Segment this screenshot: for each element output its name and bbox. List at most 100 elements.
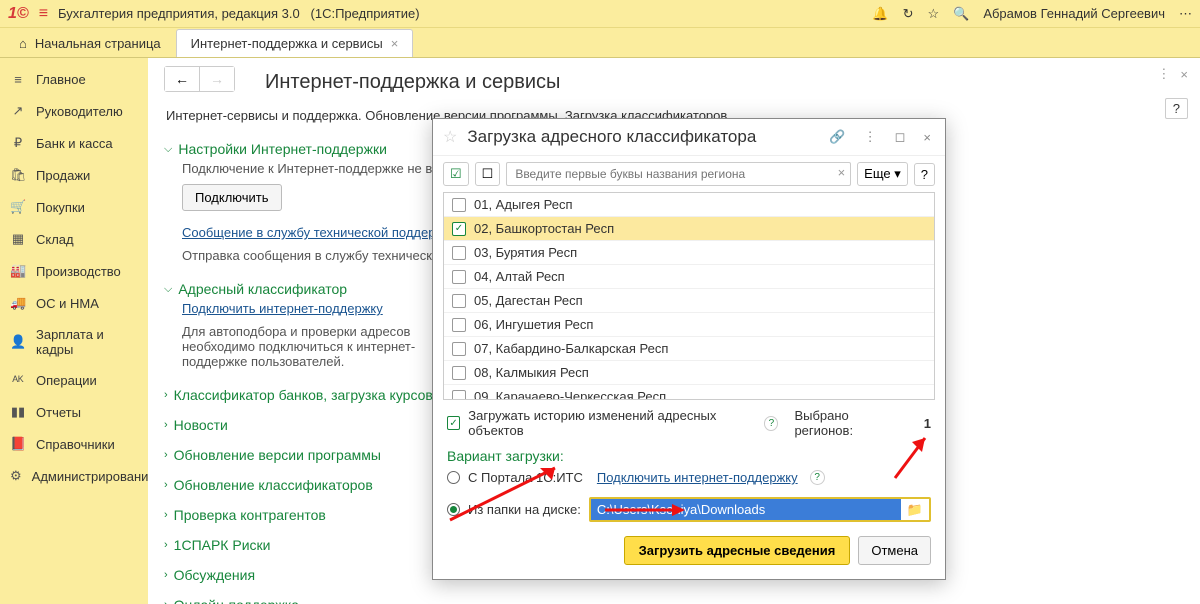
favorite-icon[interactable]: ☆ xyxy=(443,127,457,147)
sidebar-icon: 🚚 xyxy=(10,295,26,311)
sidebar-item-label: Операции xyxy=(36,373,97,388)
radio-folder[interactable] xyxy=(447,503,460,516)
history-checkbox[interactable]: ✓ xyxy=(447,416,460,430)
selected-regions-label: Выбрано регионов: xyxy=(794,408,903,438)
region-checkbox[interactable] xyxy=(452,198,466,212)
overflow-icon[interactable]: ⋯ xyxy=(1179,6,1192,22)
sidebar-item-label: Покупки xyxy=(36,200,85,215)
region-row[interactable]: 08, Калмыкия Респ xyxy=(444,361,934,385)
sidebar-item[interactable]: ↗Руководителю xyxy=(0,95,148,127)
browse-folder-icon[interactable]: 📁 xyxy=(901,500,929,520)
sidebar-icon: ⚙ xyxy=(10,468,22,484)
sidebar-item-label: Справочники xyxy=(36,437,115,452)
sidebar-item-label: Зарплата и кадры xyxy=(36,327,138,357)
sidebar-item[interactable]: ⚙Администрирование xyxy=(0,460,148,492)
sidebar-item[interactable]: 🛍Продажи xyxy=(0,159,148,191)
region-checkbox[interactable] xyxy=(452,270,466,284)
path-input[interactable] xyxy=(591,499,901,520)
sidebar-item[interactable]: 👤Зарплата и кадры xyxy=(0,319,148,365)
tab-close-icon[interactable]: × xyxy=(391,36,399,51)
region-checkbox[interactable] xyxy=(452,294,466,308)
region-checkbox[interactable] xyxy=(452,246,466,260)
help-button[interactable]: ? xyxy=(914,163,935,186)
region-row[interactable]: 07, Кабардино-Балкарская Респ xyxy=(444,337,934,361)
tab-support[interactable]: Интернет-поддержка и сервисы × xyxy=(176,29,414,57)
user-name[interactable]: Абрамов Геннадий Сергеевич xyxy=(983,6,1165,21)
sidebar-icon: ᴬᴷ xyxy=(10,373,26,388)
path-field-wrap: 📁 xyxy=(589,497,931,522)
check-all-button[interactable]: ☑ xyxy=(443,162,469,186)
logo-1c: 1© xyxy=(8,5,29,23)
bell-icon[interactable]: 🔔 xyxy=(872,6,888,22)
section-title: Обсуждения xyxy=(174,567,255,583)
connect-support-link[interactable]: Подключить интернет-поддержку xyxy=(182,301,383,316)
sidebar-item[interactable]: ᴬᴷ Операции xyxy=(0,365,148,396)
connect-button[interactable]: Подключить xyxy=(182,184,282,211)
hamburger-icon[interactable]: ≡ xyxy=(39,5,48,23)
connect-support-link-dlg[interactable]: Подключить интернет-поддержку xyxy=(597,470,798,485)
nav-back-button[interactable]: ← xyxy=(165,67,200,91)
sidebar-item[interactable]: 🛒Покупки xyxy=(0,191,148,223)
region-checkbox[interactable] xyxy=(452,318,466,332)
sidebar-item[interactable]: ▦Склад xyxy=(0,223,148,255)
uncheck-all-button[interactable]: ☐ xyxy=(475,162,501,186)
help-hint-icon[interactable]: ? xyxy=(764,416,778,431)
page-title: Интернет-поддержка и сервисы xyxy=(265,71,560,94)
sidebar-item[interactable]: 📕Справочники xyxy=(0,428,148,460)
region-row[interactable]: 05, Дагестан Респ xyxy=(444,289,934,313)
home-icon: ⌂ xyxy=(19,36,27,51)
more-dropdown[interactable]: Еще ▾ xyxy=(857,162,908,186)
sidebar-icon: ↗ xyxy=(10,103,26,119)
kebab-icon[interactable]: ⋮ xyxy=(860,129,881,145)
section-title: Новости xyxy=(174,417,228,433)
region-checkbox[interactable]: ✓ xyxy=(452,222,466,236)
radio-portal[interactable] xyxy=(447,471,460,484)
nav-fwd-button[interactable]: → xyxy=(200,67,234,91)
tab-home[interactable]: ⌂ Начальная страница xyxy=(4,29,176,57)
sidebar-item-label: Отчеты xyxy=(36,405,81,420)
region-checkbox[interactable] xyxy=(452,390,466,401)
sidebar-item[interactable]: ₽Банк и касса xyxy=(0,127,148,159)
kebab-icon[interactable]: ⋮ xyxy=(1157,66,1170,82)
section-title: Классификатор банков, загрузка курсов ва xyxy=(174,387,452,403)
cancel-button[interactable]: Отмена xyxy=(858,536,931,565)
region-checkbox[interactable] xyxy=(452,342,466,356)
sidebar-icon: ▮▮ xyxy=(10,404,26,420)
region-search-input[interactable] xyxy=(506,162,851,186)
caret-right-icon: › xyxy=(164,569,168,581)
region-list[interactable]: 01, Адыгея Респ ✓02, Башкортостан Респ 03,… xyxy=(443,192,935,400)
region-row[interactable]: 01, Адыгея Респ xyxy=(444,193,934,217)
sidebar-item[interactable]: 🏭Производство xyxy=(0,255,148,287)
section-collapsed[interactable]: ›Онлайн-поддержка xyxy=(164,597,1184,604)
history-icon[interactable]: ↻ xyxy=(903,6,914,22)
support-msg-link[interactable]: Сообщение в службу технической поддержки xyxy=(182,225,457,240)
tabbar: ⌂ Начальная страница Интернет-поддержка … xyxy=(0,28,1200,58)
region-row[interactable]: ✓02, Башкортостан Респ xyxy=(444,217,934,241)
close-page-icon[interactable]: × xyxy=(1180,67,1188,82)
region-label: 01, Адыгея Респ xyxy=(474,197,573,212)
opt-portal-label: С Портала 1С:ИТС xyxy=(468,470,583,485)
close-icon[interactable]: × xyxy=(919,130,935,145)
region-row[interactable]: 06, Ингушетия Респ xyxy=(444,313,934,337)
region-row[interactable]: 04, Алтай Респ xyxy=(444,265,934,289)
region-row[interactable]: 09, Карачаево-Черкесская Респ xyxy=(444,385,934,400)
caret-right-icon: › xyxy=(164,389,168,401)
sidebar-item-label: Главное xyxy=(36,72,86,87)
star-icon[interactable]: ☆ xyxy=(927,6,939,22)
region-label: 04, Алтай Респ xyxy=(474,269,565,284)
clear-search-icon[interactable]: × xyxy=(838,165,846,180)
region-label: 03, Бурятия Респ xyxy=(474,245,577,260)
region-row[interactable]: 03, Бурятия Респ xyxy=(444,241,934,265)
sidebar-item[interactable]: ≡Главное xyxy=(0,64,148,95)
caret-right-icon: › xyxy=(164,479,168,491)
maximize-icon[interactable]: ◻ xyxy=(891,129,910,145)
region-checkbox[interactable] xyxy=(452,366,466,380)
sidebar-icon: ▦ xyxy=(10,231,26,247)
sidebar-item[interactable]: ▮▮ Отчеты xyxy=(0,396,148,428)
help-button[interactable]: ? xyxy=(1165,98,1188,119)
load-button[interactable]: Загрузить адресные сведения xyxy=(624,536,851,565)
sidebar-item[interactable]: 🚚ОС и НМА xyxy=(0,287,148,319)
link-icon[interactable]: 🔗 xyxy=(825,129,849,145)
help-hint-icon[interactable]: ? xyxy=(810,470,825,485)
search-icon[interactable]: 🔍 xyxy=(953,6,969,22)
